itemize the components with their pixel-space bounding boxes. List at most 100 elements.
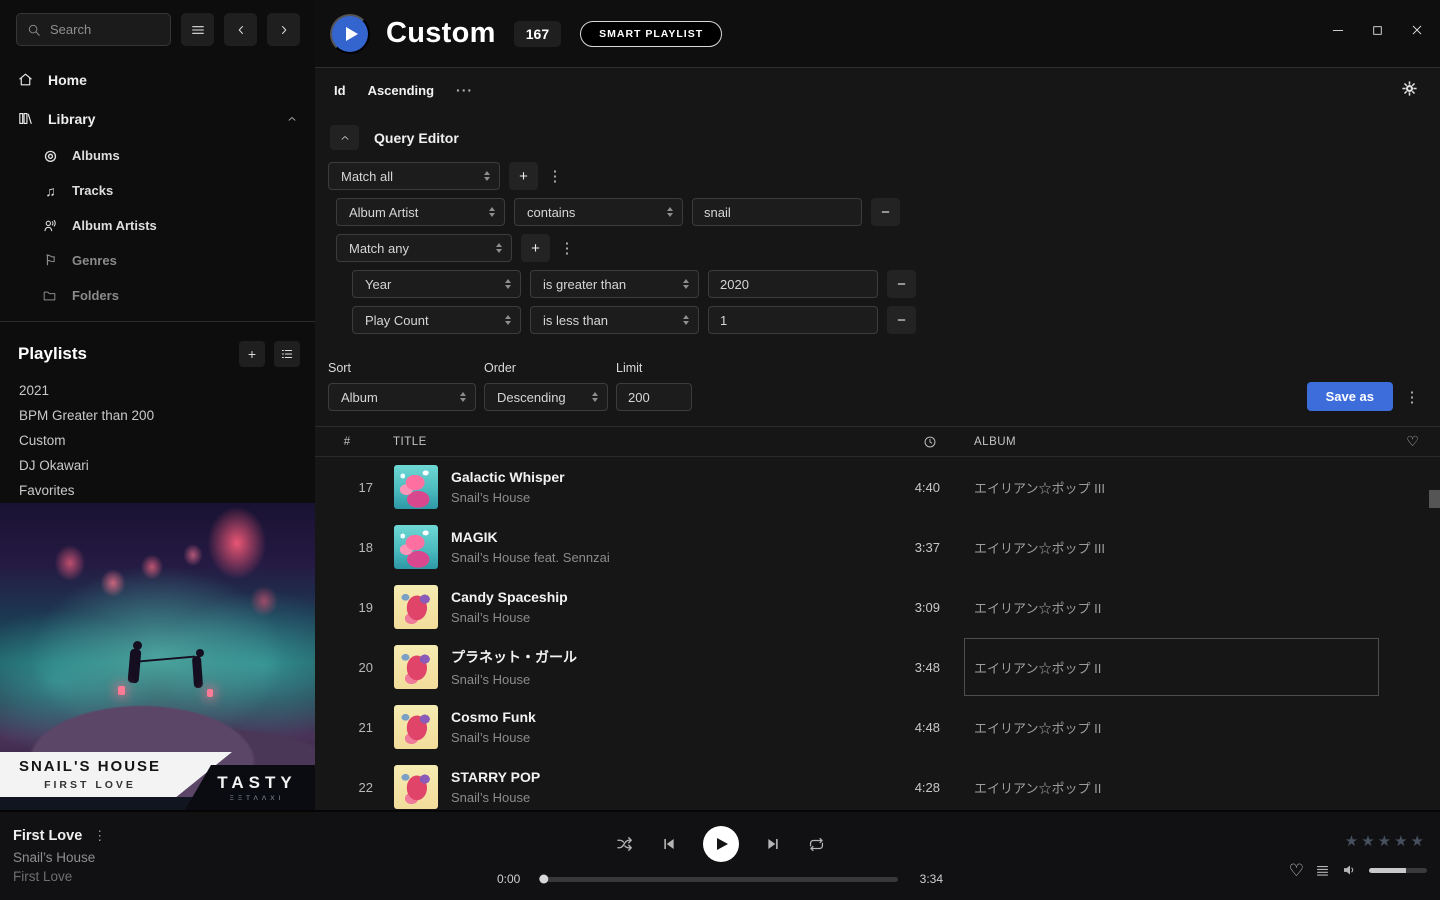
remove-rule-button[interactable]: − xyxy=(871,198,900,226)
queue-button[interactable] xyxy=(1314,862,1331,879)
play-pause-button[interactable] xyxy=(703,826,739,862)
volume-button[interactable] xyxy=(1341,861,1359,879)
sort-direction-button[interactable]: Ascending xyxy=(368,83,434,98)
seek-handle[interactable] xyxy=(539,875,548,884)
query-editor: Query Editor Match all + ⋮ Album Artist xyxy=(315,112,1440,411)
nav-back-button[interactable] xyxy=(224,13,257,46)
track-row[interactable]: 21 Cosmo Funk Snail’s House 4:48 エイリアン☆ポ… xyxy=(315,697,1440,757)
chevron-up-icon xyxy=(339,132,351,144)
sidebar-item-album-artists[interactable]: Album Artists xyxy=(0,208,315,243)
playback-controls: 0:00 3:34 xyxy=(497,825,943,886)
sidebar-item-genres[interactable]: ⚐ Genres xyxy=(0,243,315,278)
close-button[interactable] xyxy=(1410,23,1424,37)
list-toolbar: Id Ascending ··· xyxy=(315,68,1440,112)
nav-forward-button[interactable] xyxy=(267,13,300,46)
sidebar: Home Library ◎ Albums ♫ Tracks xyxy=(0,0,315,810)
track-album[interactable]: エイリアン☆ポップ II xyxy=(940,697,1385,757)
track-album-focused-cell[interactable]: エイリアン☆ポップ II xyxy=(940,637,1385,697)
sidebar-item-folders[interactable]: Folders xyxy=(0,278,315,313)
add-rule-button[interactable]: + xyxy=(509,162,538,190)
now-playing-album[interactable]: First Love xyxy=(13,869,106,884)
limit-input[interactable] xyxy=(616,383,692,411)
column-header-index[interactable]: # xyxy=(315,436,379,448)
track-album[interactable]: エイリアン☆ポップ III xyxy=(940,517,1385,577)
group-menu-button[interactable]: ⋮ xyxy=(547,167,563,185)
sort-select[interactable]: Album xyxy=(328,383,476,411)
scrollbar-thumb[interactable] xyxy=(1429,490,1440,508)
playlist-item[interactable]: BPM Greater than 200 xyxy=(0,403,315,428)
playlist-list-button[interactable] xyxy=(274,341,300,367)
track-album[interactable]: エイリアン☆ポップ III xyxy=(940,457,1385,517)
column-header-duration[interactable] xyxy=(860,435,940,449)
track-row[interactable]: 19 Candy Spaceship Snail’s House 3:09 エイ… xyxy=(315,577,1440,637)
playlist-item[interactable]: 2021 xyxy=(0,378,315,403)
minimize-button[interactable] xyxy=(1331,23,1345,37)
track-row[interactable]: 18 MAGIK Snail’s House feat. Sennzai 3:3… xyxy=(315,517,1440,577)
sidebar-item-label: Library xyxy=(48,111,95,127)
search-input[interactable] xyxy=(50,22,160,37)
track-row[interactable]: 17 Galactic Whisper Snail’s House 4:40 エ… xyxy=(315,457,1440,517)
playlist-item[interactable]: Favorites xyxy=(0,478,315,503)
more-options-button[interactable]: ··· xyxy=(456,82,473,98)
art-album-name: FIRST LOVE xyxy=(10,779,170,791)
add-rule-button[interactable]: + xyxy=(521,234,550,262)
playlist-item[interactable]: Custom xyxy=(0,428,315,453)
rule-field-select[interactable]: Play Count xyxy=(352,306,521,334)
next-button[interactable] xyxy=(765,836,781,852)
now-playing-art[interactable]: SNAIL'S HOUSE FIRST LOVE TASTY ΞΞΤΛΛΧΙ xyxy=(0,503,315,810)
maximize-button[interactable] xyxy=(1371,23,1384,37)
seek-bar[interactable] xyxy=(542,877,898,882)
save-as-button[interactable]: Save as xyxy=(1307,382,1393,411)
rule-value-input[interactable] xyxy=(692,198,862,226)
collapse-query-editor-button[interactable] xyxy=(330,125,359,150)
sidebar-item-tracks[interactable]: ♫ Tracks xyxy=(0,173,315,208)
previous-button[interactable] xyxy=(661,836,677,852)
rule-value-input[interactable] xyxy=(708,270,878,298)
column-header-title[interactable]: TITLE xyxy=(379,436,860,448)
play-playlist-button[interactable] xyxy=(330,14,370,54)
rule-field-select[interactable]: Year xyxy=(352,270,521,298)
settings-button[interactable] xyxy=(1401,80,1418,100)
playlist-item[interactable]: DJ Okawari xyxy=(0,453,315,478)
sort-field-button[interactable]: Id xyxy=(334,83,346,98)
column-header-favorite[interactable]: ♡ xyxy=(1385,433,1440,450)
shuffle-button[interactable] xyxy=(615,834,635,854)
add-playlist-button[interactable]: + xyxy=(239,341,265,367)
track-cover-art xyxy=(394,525,438,569)
track-count-badge: 167 xyxy=(514,21,561,47)
match-type-select[interactable]: Match any xyxy=(336,234,512,262)
search-box[interactable] xyxy=(16,13,171,46)
remove-rule-button[interactable]: − xyxy=(887,270,916,298)
rule-field-select[interactable]: Album Artist xyxy=(336,198,505,226)
save-menu-button[interactable]: ⋮ xyxy=(1404,388,1420,406)
rating-stars[interactable]: ★★★★★ xyxy=(1345,832,1427,850)
rule-operator-select[interactable]: is less than xyxy=(530,306,699,334)
sidebar-item-albums[interactable]: ◎ Albums xyxy=(0,138,315,173)
rule-value-input[interactable] xyxy=(708,306,878,334)
track-row[interactable]: 20 プラネット・ガール Snail’s House 3:48 エイリアン☆ポッ… xyxy=(315,637,1440,697)
match-type-select[interactable]: Match all xyxy=(328,162,500,190)
rule-operator-select[interactable]: contains xyxy=(514,198,683,226)
chevron-up-icon[interactable] xyxy=(286,113,298,125)
sidebar-item-library[interactable]: Library xyxy=(0,99,315,138)
volume-slider[interactable] xyxy=(1369,868,1427,873)
sidebar-item-home[interactable]: Home xyxy=(0,60,315,99)
favorite-button[interactable]: ♡ xyxy=(1289,862,1304,879)
sidebar-menu-button[interactable] xyxy=(181,13,214,46)
page-title: Custom xyxy=(386,17,496,50)
track-artist: Snail’s House feat. Sennzai xyxy=(451,550,860,565)
rule-operator-select[interactable]: is greater than xyxy=(530,270,699,298)
window-controls xyxy=(1331,23,1424,37)
track-duration: 4:48 xyxy=(860,720,940,735)
remove-rule-button[interactable]: − xyxy=(887,306,916,334)
track-album[interactable]: エイリアン☆ポップ II xyxy=(940,757,1385,810)
column-header-album[interactable]: ALBUM xyxy=(940,436,1385,448)
now-playing-artist[interactable]: Snail’s House xyxy=(13,850,106,865)
total-time: 3:34 xyxy=(911,872,943,886)
now-playing-menu-button[interactable]: ⋮ xyxy=(93,828,106,844)
order-select[interactable]: Descending xyxy=(484,383,608,411)
track-row[interactable]: 22 STARRY POP Snail’s House 4:28 エイリアン☆ポ… xyxy=(315,757,1440,810)
track-album[interactable]: エイリアン☆ポップ II xyxy=(940,577,1385,637)
repeat-button[interactable] xyxy=(807,835,826,854)
group-menu-button[interactable]: ⋮ xyxy=(559,239,575,257)
